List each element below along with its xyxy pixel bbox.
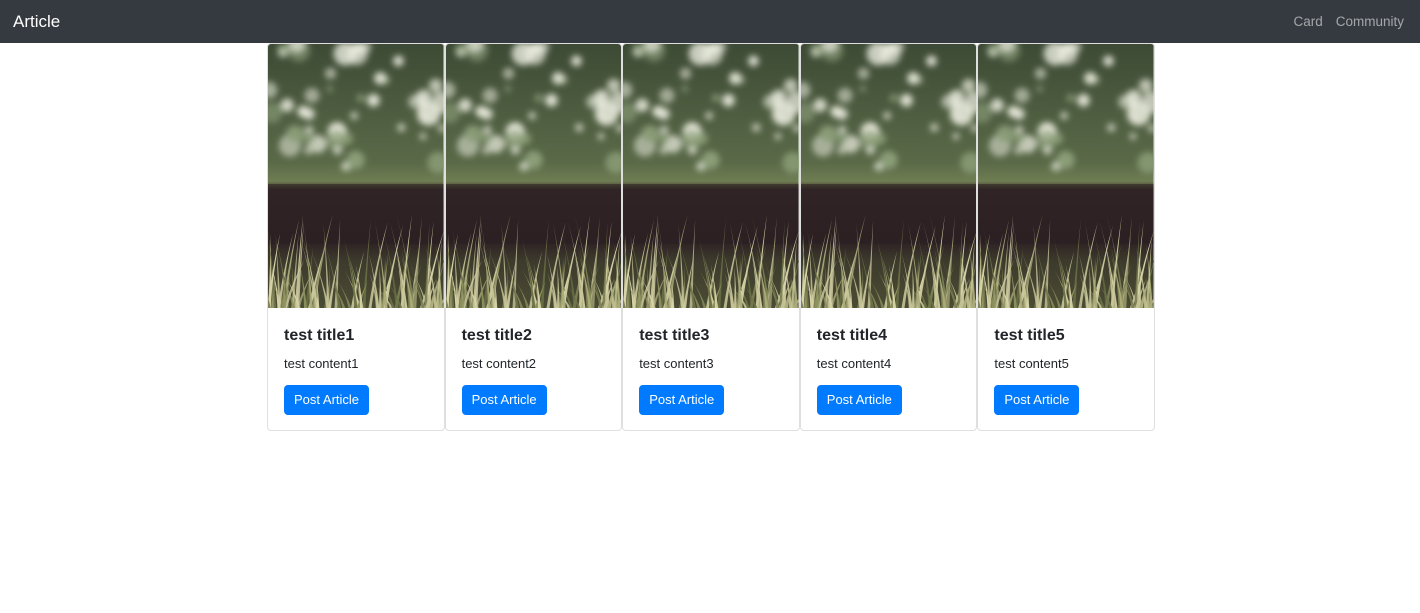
card-title: test title2: [461, 327, 532, 344]
card-text: test content5: [994, 356, 1069, 371]
grass-photo: [978, 44, 1154, 308]
grass-photo: [268, 44, 444, 308]
card-body: test title5 test content5 Post Article: [978, 308, 1154, 415]
card-body: test title1 test content1 Post Article: [268, 308, 444, 415]
article-card: test title4 test content4 Post Article: [799, 43, 978, 431]
card-text: test content2: [461, 356, 537, 371]
card-title: test title4: [816, 327, 888, 344]
post-article-button[interactable]: Post Article: [816, 385, 902, 415]
post-article-button[interactable]: Post Article: [461, 385, 547, 415]
article-card: test title2 test content2 Post Article: [444, 43, 623, 431]
post-article-button[interactable]: Post Article: [284, 385, 370, 415]
card-text: test content4: [816, 356, 892, 371]
card-image: [268, 44, 444, 308]
card-image: [445, 44, 622, 308]
card-image: [978, 44, 1154, 308]
article-card: test title1 test content1 Post Article: [267, 43, 445, 431]
navbar: Article Card Community: [0, 0, 1420, 43]
grass-photo: [445, 44, 622, 308]
grass-photo: [800, 44, 977, 308]
grass-photo: [623, 44, 799, 308]
card-body: test title3 test content3 Post Article: [623, 308, 799, 415]
card-image: [623, 44, 799, 308]
card-title: test title1: [284, 327, 355, 344]
nav-link-community[interactable]: Community: [1336, 14, 1404, 29]
navbar-brand[interactable]: Article: [13, 12, 60, 32]
nav-links: Card Community: [1293, 14, 1404, 29]
card-title: test title3: [639, 327, 710, 344]
article-card: test title3 test content3 Post Article: [622, 43, 800, 431]
card-image: [800, 44, 977, 308]
card-body: test title4 test content4 Post Article: [801, 308, 977, 415]
card-deck: test title1 test content1 Post Article t…: [267, 43, 1155, 431]
card-text: test content3: [639, 356, 714, 371]
card-title: test title5: [994, 327, 1065, 344]
card-body: test title2 test content2 Post Article: [446, 308, 622, 415]
post-article-button[interactable]: Post Article: [994, 385, 1080, 415]
card-text: test content1: [284, 356, 359, 371]
post-article-button[interactable]: Post Article: [639, 385, 725, 415]
article-card: test title5 test content5 Post Article: [977, 43, 1155, 431]
nav-link-card[interactable]: Card: [1293, 14, 1322, 29]
